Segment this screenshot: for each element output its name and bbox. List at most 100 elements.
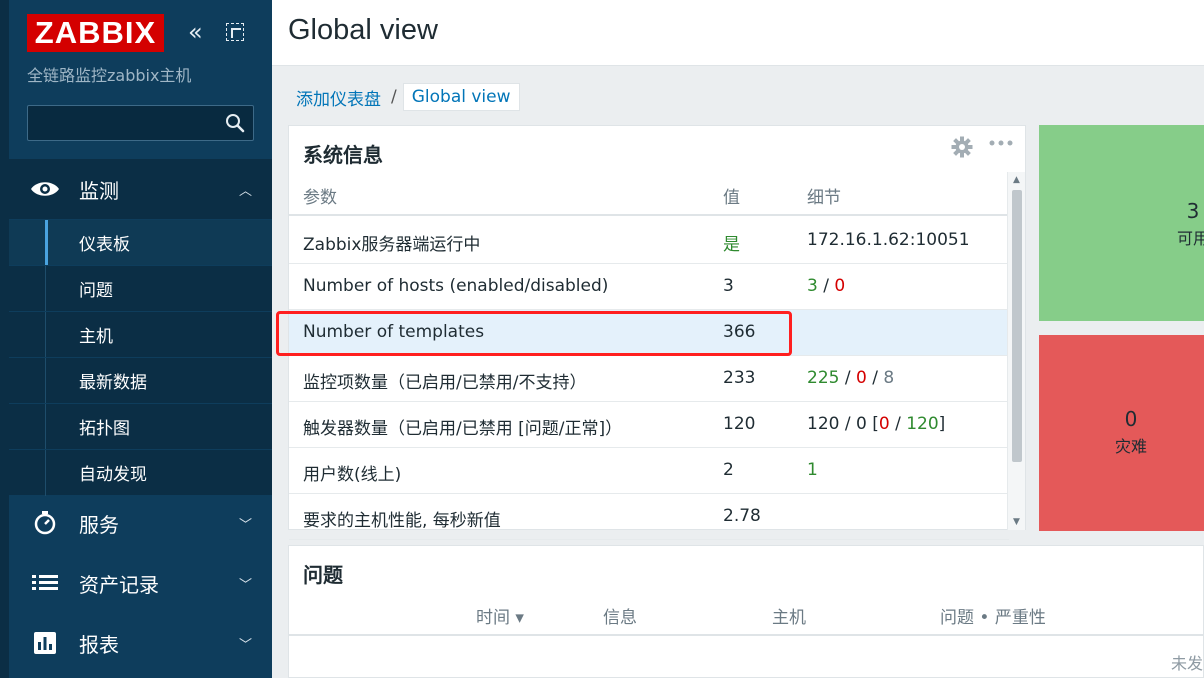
details-separator: /	[817, 276, 835, 296]
row-details: 225 / 0 / 8	[807, 368, 894, 388]
bar-chart-icon	[34, 632, 56, 654]
chevron-down-icon: ﹀	[238, 517, 252, 533]
menu-item-dashboard[interactable]: 仪表板	[9, 219, 272, 266]
details-separator: /	[866, 368, 884, 388]
table-row: Zabbix服务器端运行中 是 172.16.1.62:10051	[289, 218, 1009, 264]
enabled-count: 225	[807, 368, 840, 388]
list-icon	[32, 575, 58, 590]
chevron-down-icon: ﹀	[238, 577, 252, 593]
breadcrumb: 添加仪表盘 / Global view	[288, 81, 520, 113]
table-body: Zabbix服务器端运行中 是 172.16.1.62:10051 Number…	[289, 218, 1009, 540]
annotation-highlight-box	[276, 311, 792, 356]
no-data-text: 未发	[1170, 654, 1203, 673]
column-header-problem-severity: 问题 • 严重性	[940, 608, 1046, 628]
row-value: 是	[723, 235, 740, 255]
column-header-info: 信息	[603, 608, 637, 628]
problem-count: 0	[878, 414, 890, 434]
chevron-up-icon: ︿	[238, 183, 252, 199]
search-box	[27, 105, 254, 141]
gear-icon[interactable]	[951, 136, 973, 158]
row-details: 1	[807, 460, 818, 480]
details-prefix: 120 / 0 [	[807, 414, 879, 434]
breadcrumb-separator: /	[391, 87, 397, 107]
widget-title: 系统信息	[303, 143, 383, 167]
disaster-label: 灾难	[1114, 437, 1147, 456]
menu-inventory[interactable]: 资产记录 ﹀	[9, 553, 272, 613]
collapse-sidebar-icon[interactable]: «	[188, 20, 212, 44]
breadcrumb-current[interactable]: Global view	[402, 83, 520, 111]
ok-count: 120	[906, 414, 939, 434]
row-value: 233	[723, 368, 756, 388]
menu-item-hosts[interactable]: 主机	[9, 311, 272, 358]
search-input[interactable]	[34, 112, 214, 134]
unsupported-count: 8	[883, 368, 895, 388]
table-row: 监控项数量（已启用/已禁用/不支持） 233 225 / 0 / 8	[289, 356, 1009, 402]
menu-item-problems[interactable]: 问题	[9, 265, 272, 312]
disaster-count: 0	[1124, 407, 1138, 431]
table-row: 触发器数量（已启用/已禁用 [问题/正常]） 120 120 / 0 [0 / …	[289, 402, 1009, 448]
host-availability-available-tile[interactable]: 3 可用	[1039, 125, 1204, 321]
row-param: 触发器数量（已启用/已禁用 [问题/正常]）	[303, 419, 623, 439]
menu-inventory-label: 资产记录	[79, 572, 159, 597]
zabbix-logo[interactable]: ZABBIX	[27, 14, 164, 52]
menu-item-label: 问题	[79, 281, 113, 301]
row-value: 2	[723, 460, 734, 480]
row-value: 120	[723, 414, 756, 434]
page-header: Global view	[272, 0, 1204, 66]
column-header-param: 参数	[303, 188, 337, 208]
scroll-down-arrow-icon[interactable]: ▼	[1013, 517, 1020, 527]
details-separator: /	[839, 368, 856, 388]
problems-widget: 问题 时间 ▾ 信息 主机 问题 • 严重性 未发	[288, 545, 1204, 678]
menu-item-label: 自动发现	[79, 465, 147, 485]
menu-services[interactable]: 服务 ﹀	[9, 493, 272, 553]
disabled-count: 0	[834, 276, 846, 296]
menu-item-label: 最新数据	[79, 373, 147, 393]
widget-title: 问题	[303, 563, 343, 587]
menu-item-latest-data[interactable]: 最新数据	[9, 357, 272, 404]
scroll-up-arrow-icon[interactable]: ▲	[1013, 175, 1020, 185]
monitor-submenu: 仪表板 问题 主机 最新数据 拓扑图 自动发现	[9, 219, 272, 496]
table-row: Number of hosts (enabled/disabled) 3 3 /…	[289, 264, 1009, 310]
table-header: 参数 值 细节	[289, 172, 1009, 216]
menu-monitor[interactable]: 监测 ︿	[9, 159, 272, 219]
problem-severity-disaster-tile[interactable]: 0 灾难	[1039, 335, 1204, 531]
column-header-time[interactable]: 时间 ▾	[476, 603, 524, 628]
submenu-line	[45, 312, 46, 358]
sidebar-edge	[0, 0, 9, 678]
submenu-line	[45, 266, 46, 312]
table-row: 用户数(线上) 2 1	[289, 448, 1009, 494]
submenu-line	[45, 450, 46, 496]
server-name: 全链路监控zabbix主机	[27, 66, 192, 85]
column-header-host: 主机	[772, 608, 806, 628]
menu-section-reports: 报表 ﹀	[9, 613, 272, 673]
menu-item-label: 拓扑图	[79, 419, 130, 439]
menu-item-discovery[interactable]: 自动发现	[9, 449, 272, 496]
column-header-value: 值	[723, 188, 740, 208]
menu-item-maps[interactable]: 拓扑图	[9, 403, 272, 450]
column-header-details: 细节	[807, 188, 841, 208]
disabled-count: 0	[856, 368, 867, 388]
search-icon[interactable]	[225, 113, 245, 133]
menu-section-monitor: 监测 ︿ 仪表板 问题 主机 最新数据 拓扑图 自动发现	[9, 159, 272, 496]
row-details: 120 / 0 [0 / 120]	[807, 414, 945, 434]
more-options-icon[interactable]	[987, 132, 1015, 154]
table-row: 要求的主机性能, 每秒新值 2.78	[289, 494, 1009, 540]
row-value: 3	[723, 276, 734, 296]
available-label: 可用	[1176, 229, 1204, 248]
menu-monitor-label: 监测	[79, 178, 119, 203]
kiosk-mode-icon[interactable]	[226, 23, 244, 41]
row-param: 要求的主机性能, 每秒新值	[303, 511, 501, 531]
page-title: Global view	[288, 14, 438, 46]
breadcrumb-dashboards-link[interactable]: 添加仪表盘	[288, 85, 389, 110]
details-separator: /	[889, 414, 907, 434]
menu-reports[interactable]: 报表 ﹀	[9, 613, 272, 673]
menu-item-label: 仪表板	[79, 235, 130, 255]
menu-services-label: 服务	[79, 512, 119, 537]
row-param: 用户数(线上)	[303, 465, 402, 485]
widget-scrollbar[interactable]: ▲ ▼	[1007, 172, 1025, 530]
chevron-down-icon: ﹀	[238, 637, 252, 653]
table-header: 时间 ▾ 信息 主机 问题 • 严重性	[289, 592, 1204, 636]
row-value: 2.78	[723, 506, 761, 526]
scroll-thumb[interactable]	[1012, 190, 1022, 462]
submenu-line	[45, 358, 46, 404]
